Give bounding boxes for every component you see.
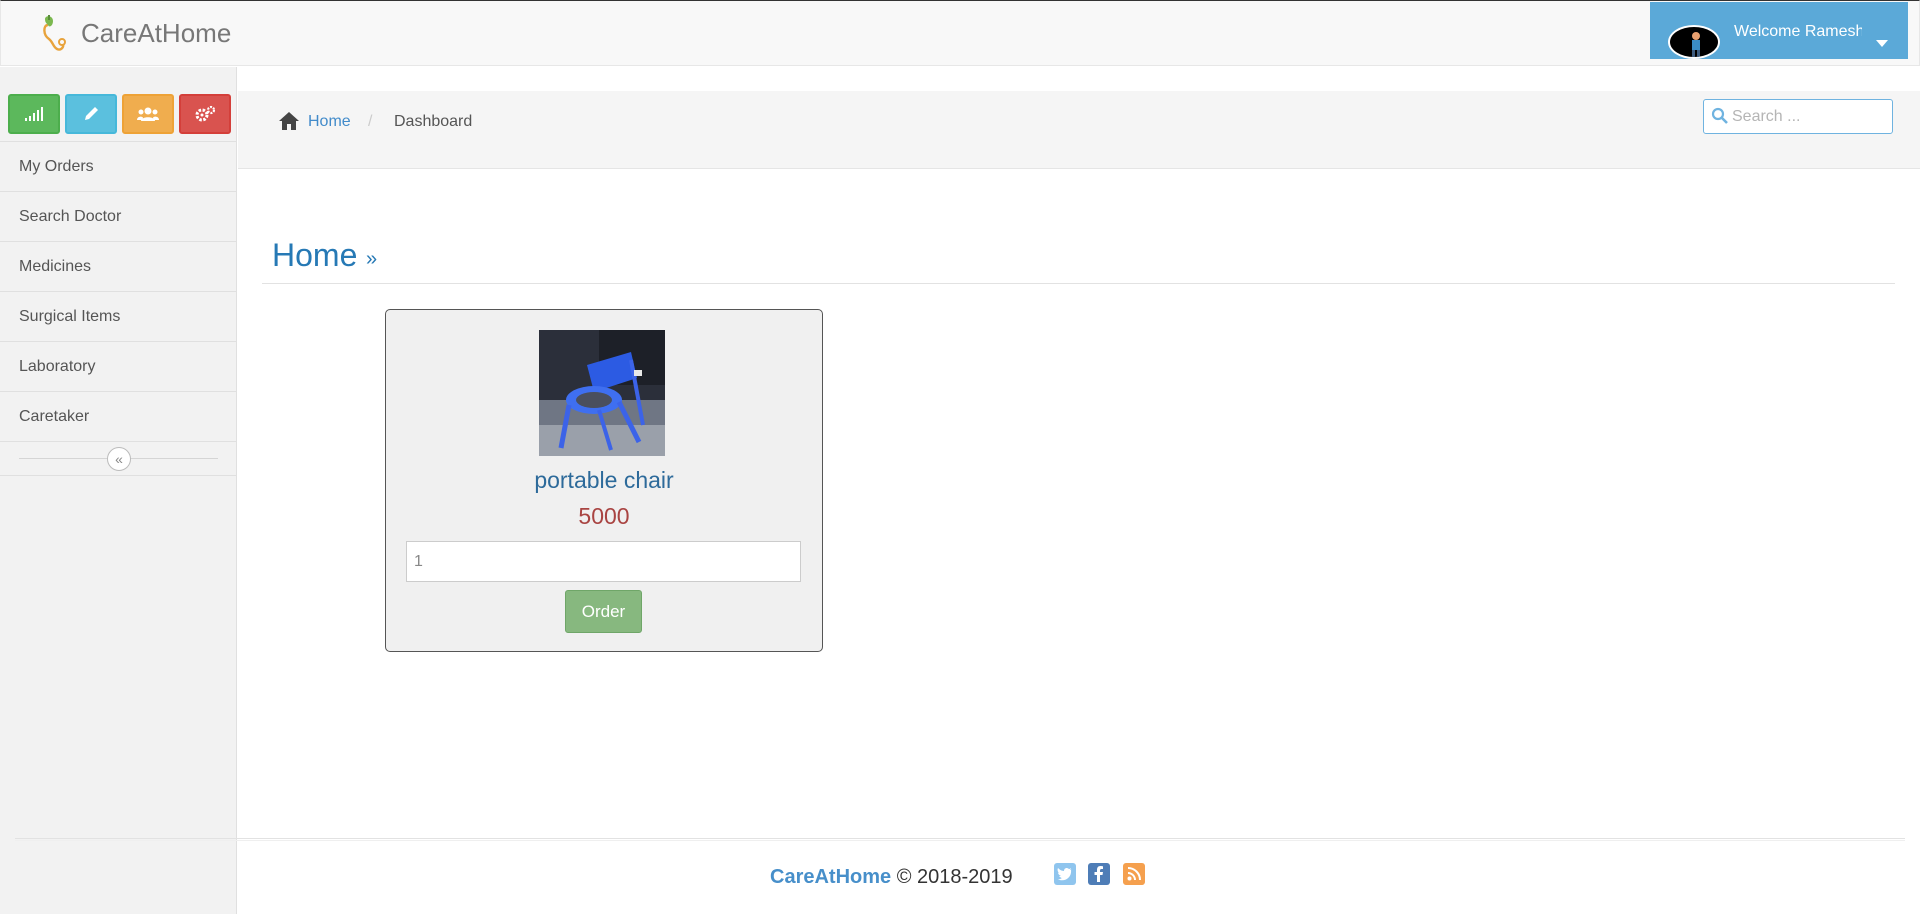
- shortcut-users-button[interactable]: [122, 94, 174, 134]
- brand-link[interactable]: CareAtHome: [39, 13, 231, 53]
- sidebar-collapse-row: «: [0, 442, 236, 476]
- brand-name: CareAtHome: [81, 17, 232, 48]
- facebook-icon[interactable]: [1088, 863, 1110, 885]
- search-box: [1703, 99, 1893, 134]
- footer-brand: CareAtHome: [770, 866, 892, 888]
- breadcrumb-home-link[interactable]: Home: [308, 113, 351, 131]
- rss-icon[interactable]: [1123, 863, 1145, 885]
- footer-divider-shadow: [15, 840, 1905, 841]
- home-icon: [279, 112, 299, 130]
- welcome-text: Welcome Rameshe: [1734, 23, 1862, 40]
- sidebar-item-surgical-items[interactable]: Surgical Items: [0, 292, 236, 342]
- page-header: Home »: [262, 232, 1895, 284]
- cogs-icon: [195, 105, 216, 122]
- product-card: portable chair 5000 Order: [385, 309, 823, 652]
- pencil-icon: [85, 107, 98, 120]
- footer-divider: [15, 838, 1905, 839]
- caret-down-icon: [1876, 40, 1888, 47]
- page-title: Home: [272, 237, 358, 273]
- sidebar-item-laboratory[interactable]: Laboratory: [0, 342, 236, 392]
- product-name[interactable]: portable chair: [386, 467, 822, 494]
- shortcut-settings-button[interactable]: [179, 94, 231, 134]
- quantity-input[interactable]: [406, 541, 801, 582]
- users-icon: [137, 107, 159, 121]
- breadcrumb-separator: /: [368, 113, 373, 130]
- sidebar-item-caretaker[interactable]: Caretaker: [0, 392, 236, 442]
- product-price: 5000: [578, 503, 630, 529]
- double-chevron-left-icon[interactable]: «: [107, 447, 131, 471]
- stethoscope-logo-icon: [43, 15, 66, 51]
- shortcut-edit-button[interactable]: [65, 94, 117, 134]
- double-angle-right-icon: »: [366, 248, 378, 270]
- top-navbar: CareAtHome Welcome Rameshe: [0, 0, 1920, 66]
- sidebar-item-medicines[interactable]: Medicines: [0, 242, 236, 292]
- sidebar-item-search-doctor[interactable]: Search Doctor: [0, 192, 236, 242]
- twitter-icon[interactable]: [1054, 863, 1076, 885]
- product-image: [539, 330, 665, 456]
- shortcut-stats-button[interactable]: [8, 94, 60, 134]
- breadcrumb-current: Dashboard: [394, 113, 473, 130]
- user-menu[interactable]: Welcome Rameshe: [1650, 2, 1908, 59]
- sidebar-item-my-orders[interactable]: My Orders: [0, 142, 236, 192]
- search-icon: [1711, 107, 1728, 124]
- search-input[interactable]: [1732, 104, 1887, 129]
- sidebar-shortcuts: [0, 67, 236, 142]
- sidebar: My Orders Search Doctor Medicines Surgic…: [0, 67, 237, 914]
- order-button[interactable]: Order: [565, 590, 642, 633]
- footer: CareAtHome © 2018-2019: [238, 860, 1920, 890]
- signal-icon: [25, 107, 43, 121]
- footer-copyright: © 2018-2019: [896, 866, 1013, 888]
- breadcrumb: Home / Dashboard: [238, 91, 1920, 169]
- user-avatar: [1668, 25, 1720, 59]
- footer-credit: CareAtHome © 2018-2019: [770, 866, 1013, 889]
